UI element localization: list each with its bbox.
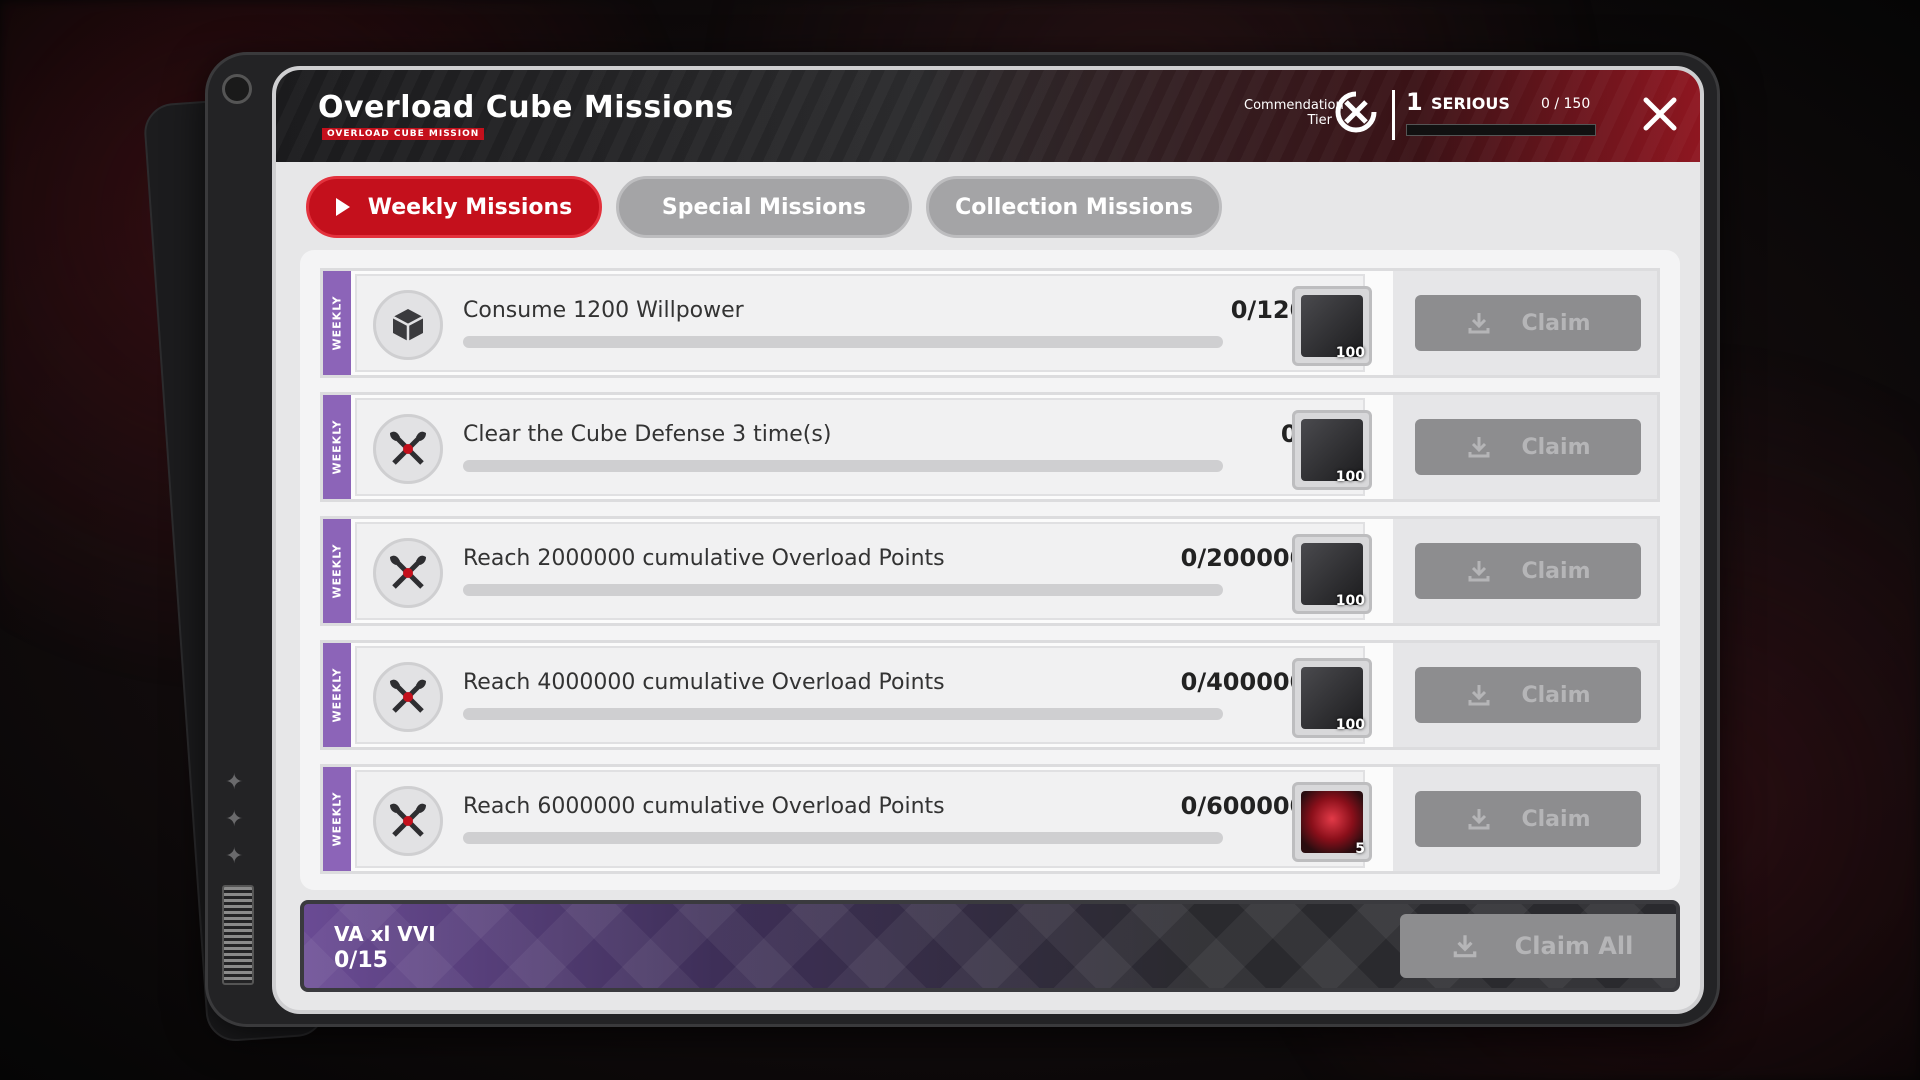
claim-label: Claim: [1521, 434, 1591, 460]
claim-area: Claim: [1393, 395, 1657, 499]
download-icon: [1468, 313, 1489, 334]
weekly-tag: WEEKLY: [323, 767, 351, 871]
reward-quantity: 100: [1335, 593, 1365, 609]
claim-all-label: Claim All: [1514, 932, 1634, 960]
tab-bar: Weekly Missions Special Missions Collect…: [306, 176, 1222, 238]
mission-body: Reach 4000000 cumulative Overload Points…: [355, 646, 1372, 744]
reward-item[interactable]: 100: [1292, 410, 1372, 490]
frame-star-decorations: ✦ ✦ ✦: [225, 770, 243, 869]
reward-quantity: 100: [1335, 717, 1365, 733]
claim-button[interactable]: Claim: [1415, 419, 1641, 475]
barcode-icon: [222, 885, 254, 985]
tab-label: Collection Missions: [955, 194, 1193, 220]
mission-body: Clear the Cube Defense 3 time(s) 0/3 100: [355, 398, 1372, 496]
level-number: 1: [1406, 88, 1423, 116]
claim-area: Claim: [1393, 643, 1657, 747]
mission-description: Reach 6000000 cumulative Overload Points: [463, 794, 945, 819]
level-count: 0 / 150: [1541, 96, 1591, 112]
level-progress-bar: [1406, 124, 1596, 136]
red-core-icon: [1301, 791, 1363, 853]
tab-label: Special Missions: [661, 194, 867, 220]
weekly-tag: WEEKLY: [323, 643, 351, 747]
claim-button[interactable]: Claim: [1415, 295, 1641, 351]
tier-label-line2: Tier: [1307, 113, 1333, 128]
download-icon: [1453, 935, 1476, 958]
crossed-axes-icon: [373, 414, 443, 484]
mission-progress-bar: [463, 832, 1223, 844]
claim-all-button[interactable]: Claim All: [1400, 914, 1676, 978]
mission-description: Reach 2000000 cumulative Overload Points: [463, 546, 945, 571]
download-icon: [1468, 561, 1489, 582]
claim-label: Claim: [1521, 682, 1591, 708]
mission-row: WEEKLY Clear the Cube Defense 3 time(s) …: [320, 392, 1660, 502]
reward-quantity: 100: [1335, 469, 1365, 485]
reward-item[interactable]: 100: [1292, 534, 1372, 614]
tier-emblem-icon: [1335, 91, 1377, 133]
tab-collection-missions[interactable]: Collection Missions: [926, 176, 1222, 238]
weekly-tag: WEEKLY: [323, 519, 351, 623]
claim-area: Claim: [1393, 767, 1657, 871]
mission-body: Reach 2000000 cumulative Overload Points…: [355, 522, 1372, 620]
download-icon: [1468, 437, 1489, 458]
reward-quantity: 100: [1335, 345, 1365, 361]
completed-count: 0/15: [334, 948, 388, 973]
mission-row: WEEKLY Reach 4000000 cumulative Overload…: [320, 640, 1660, 750]
mission-progress-bar: [463, 336, 1223, 348]
header-divider: [1392, 90, 1395, 140]
claim-label: Claim: [1521, 806, 1591, 832]
mission-progress-bar: [463, 584, 1223, 596]
footer-label: VA xl VVI: [334, 922, 436, 946]
weekly-tag: WEEKLY: [323, 271, 351, 375]
reward-quantity: 5: [1355, 841, 1365, 857]
crossed-axes-icon: [373, 786, 443, 856]
camera-icon: [222, 74, 252, 104]
claim-label: Claim: [1521, 558, 1591, 584]
claim-label: Claim: [1521, 310, 1591, 336]
footer-bar: VA xl VVI 0/15 Claim All: [300, 900, 1680, 992]
mission-description: Consume 1200 Willpower: [463, 298, 744, 323]
mission-progress-bar: [463, 460, 1223, 472]
play-icon: [335, 198, 350, 216]
mission-list[interactable]: WEEKLY Consume 1200 Willpower 0/1200 100…: [300, 250, 1680, 890]
claim-area: Claim: [1393, 271, 1657, 375]
page-title: Overload Cube Missions: [318, 90, 734, 125]
missions-screen: Overload Cube Missions OVERLOAD CUBE MIS…: [272, 66, 1704, 1014]
tier-label-line1: Commendation: [1244, 98, 1344, 113]
crossed-axes-icon: [373, 538, 443, 608]
crossed-axes-icon: [373, 662, 443, 732]
mission-description: Reach 4000000 cumulative Overload Points: [463, 670, 945, 695]
mission-row: WEEKLY Reach 2000000 cumulative Overload…: [320, 516, 1660, 626]
mission-progress-bar: [463, 708, 1223, 720]
tab-weekly-missions[interactable]: Weekly Missions: [306, 176, 602, 238]
weekly-tag: WEEKLY: [323, 395, 351, 499]
download-icon: [1468, 809, 1489, 830]
mission-body: Reach 6000000 cumulative Overload Points…: [355, 770, 1372, 868]
header-bar: Overload Cube Missions OVERLOAD CUBE MIS…: [276, 70, 1700, 162]
star-icon: ✦: [225, 770, 244, 795]
level-name: SERIOUS: [1431, 94, 1510, 113]
mission-body: Consume 1200 Willpower 0/1200 100: [355, 274, 1372, 372]
page-subtitle: OVERLOAD CUBE MISSION: [322, 128, 485, 140]
reward-item[interactable]: 5: [1292, 782, 1372, 862]
star-icon: ✦: [225, 844, 244, 869]
close-button[interactable]: [1638, 92, 1682, 136]
reward-item[interactable]: 100: [1292, 658, 1372, 738]
claim-button[interactable]: Claim: [1415, 791, 1641, 847]
mission-row: WEEKLY Consume 1200 Willpower 0/1200 100…: [320, 268, 1660, 378]
mission-row: WEEKLY Reach 6000000 cumulative Overload…: [320, 764, 1660, 874]
cube-icon: [373, 290, 443, 360]
claim-area: Claim: [1393, 519, 1657, 623]
tab-label: Weekly Missions: [367, 194, 573, 220]
mission-description: Clear the Cube Defense 3 time(s): [463, 422, 832, 447]
reward-item[interactable]: 100: [1292, 286, 1372, 366]
claim-button[interactable]: Claim: [1415, 543, 1641, 599]
claim-button[interactable]: Claim: [1415, 667, 1641, 723]
tab-special-missions[interactable]: Special Missions: [616, 176, 912, 238]
tier-label: Commendation Tier: [1244, 98, 1344, 128]
star-icon: ✦: [225, 807, 244, 832]
download-icon: [1468, 685, 1489, 706]
